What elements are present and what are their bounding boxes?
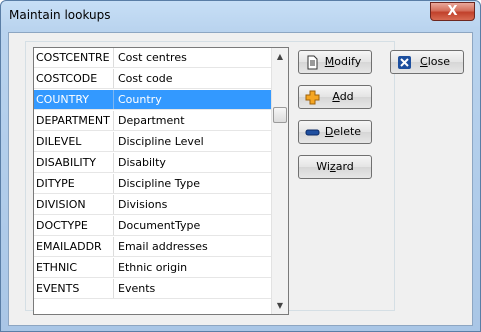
lookup-code-cell: DISABILITY: [34, 153, 114, 172]
lookup-code-cell: DOCTYPE: [34, 216, 114, 235]
modify-button[interactable]: Modify: [298, 50, 372, 74]
lookup-description-cell: Divisions: [118, 198, 168, 211]
title-bar: Maintain lookups X: [1, 1, 480, 33]
scroll-down-arrow-icon[interactable]: ▼: [272, 297, 288, 314]
lookup-description-cell: Cost centres: [118, 51, 187, 64]
add-button[interactable]: Add: [298, 85, 372, 109]
list-item[interactable]: DIVISION Divisions: [34, 195, 271, 215]
list-item[interactable]: EMAILADDR Email addresses: [34, 237, 271, 257]
lookup-code-cell: DIVISION: [34, 195, 114, 214]
lookup-description-cell: DocumentType: [118, 219, 201, 232]
list-item[interactable]: DOCTYPE DocumentType: [34, 216, 271, 236]
list-item[interactable]: DISABILITY Disabilty: [34, 153, 271, 173]
lookup-description-cell: Discipline Level: [118, 135, 204, 148]
lookup-code-cell: DITYPE: [34, 174, 114, 193]
maintain-lookups-window: Maintain lookups X COSTCENTRE Cost centre…: [0, 0, 481, 332]
dialog-body: COSTCENTRE Cost centres COSTCODE Cost code C…: [8, 32, 473, 326]
lookup-code-cell: DEPARTMENT: [34, 111, 114, 130]
lookup-description-cell: Cost code: [118, 72, 173, 85]
scroll-up-arrow-icon[interactable]: ▲: [272, 48, 288, 65]
lookup-description-cell: Disabilty: [118, 156, 166, 169]
list-item[interactable]: EVENTS Events: [34, 279, 271, 299]
list-item[interactable]: COSTCODE Cost code: [34, 69, 271, 89]
lookups-list[interactable]: COSTCENTRE Cost centres COSTCODE Cost code C…: [33, 47, 289, 315]
add-label: Add: [332, 90, 354, 103]
modify-label: Modify: [324, 55, 362, 68]
vertical-scrollbar[interactable]: ▲ ▼: [271, 48, 288, 314]
list-item[interactable]: ETHNIC Ethnic origin: [34, 258, 271, 278]
wizard-label: Wizard: [316, 160, 354, 173]
lookup-description-cell: Discipline Type: [118, 177, 200, 190]
scrollbar-thumb[interactable]: [273, 107, 287, 123]
delete-label: Delete: [324, 125, 362, 138]
lookup-code-cell: COSTCODE: [34, 69, 114, 88]
wizard-button[interactable]: Wizard: [298, 155, 372, 179]
list-item[interactable]: DITYPE Discipline Type: [34, 174, 271, 194]
window-close-button[interactable]: X: [430, 2, 475, 21]
lookup-description-cell: Country: [118, 93, 162, 106]
lookup-description-cell: Department: [118, 114, 185, 127]
lookup-description-cell: Events: [118, 282, 156, 295]
lookup-code-cell: EMAILADDR: [34, 237, 114, 256]
close-label: Close: [420, 55, 450, 68]
lookup-code-cell: COSTCENTRE: [34, 48, 114, 67]
lookup-description-cell: Ethnic origin: [118, 261, 188, 274]
window-title: Maintain lookups: [9, 8, 111, 22]
lookup-code-cell: DILEVEL: [34, 132, 114, 151]
lookup-description-cell: Email addresses: [118, 240, 208, 253]
close-button[interactable]: Close: [390, 50, 464, 74]
list-item[interactable]: COSTCENTRE Cost centres: [34, 48, 271, 68]
list-item[interactable]: COUNTRY Country: [34, 90, 271, 110]
lookup-code-cell: ETHNIC: [34, 258, 114, 277]
list-item[interactable]: DEPARTMENT Department: [34, 111, 271, 131]
lookup-code-cell: EVENTS: [34, 279, 114, 298]
lookup-code-cell: COUNTRY: [34, 90, 114, 109]
delete-button[interactable]: Delete: [298, 120, 372, 144]
list-item[interactable]: DILEVEL Discipline Level: [34, 132, 271, 152]
